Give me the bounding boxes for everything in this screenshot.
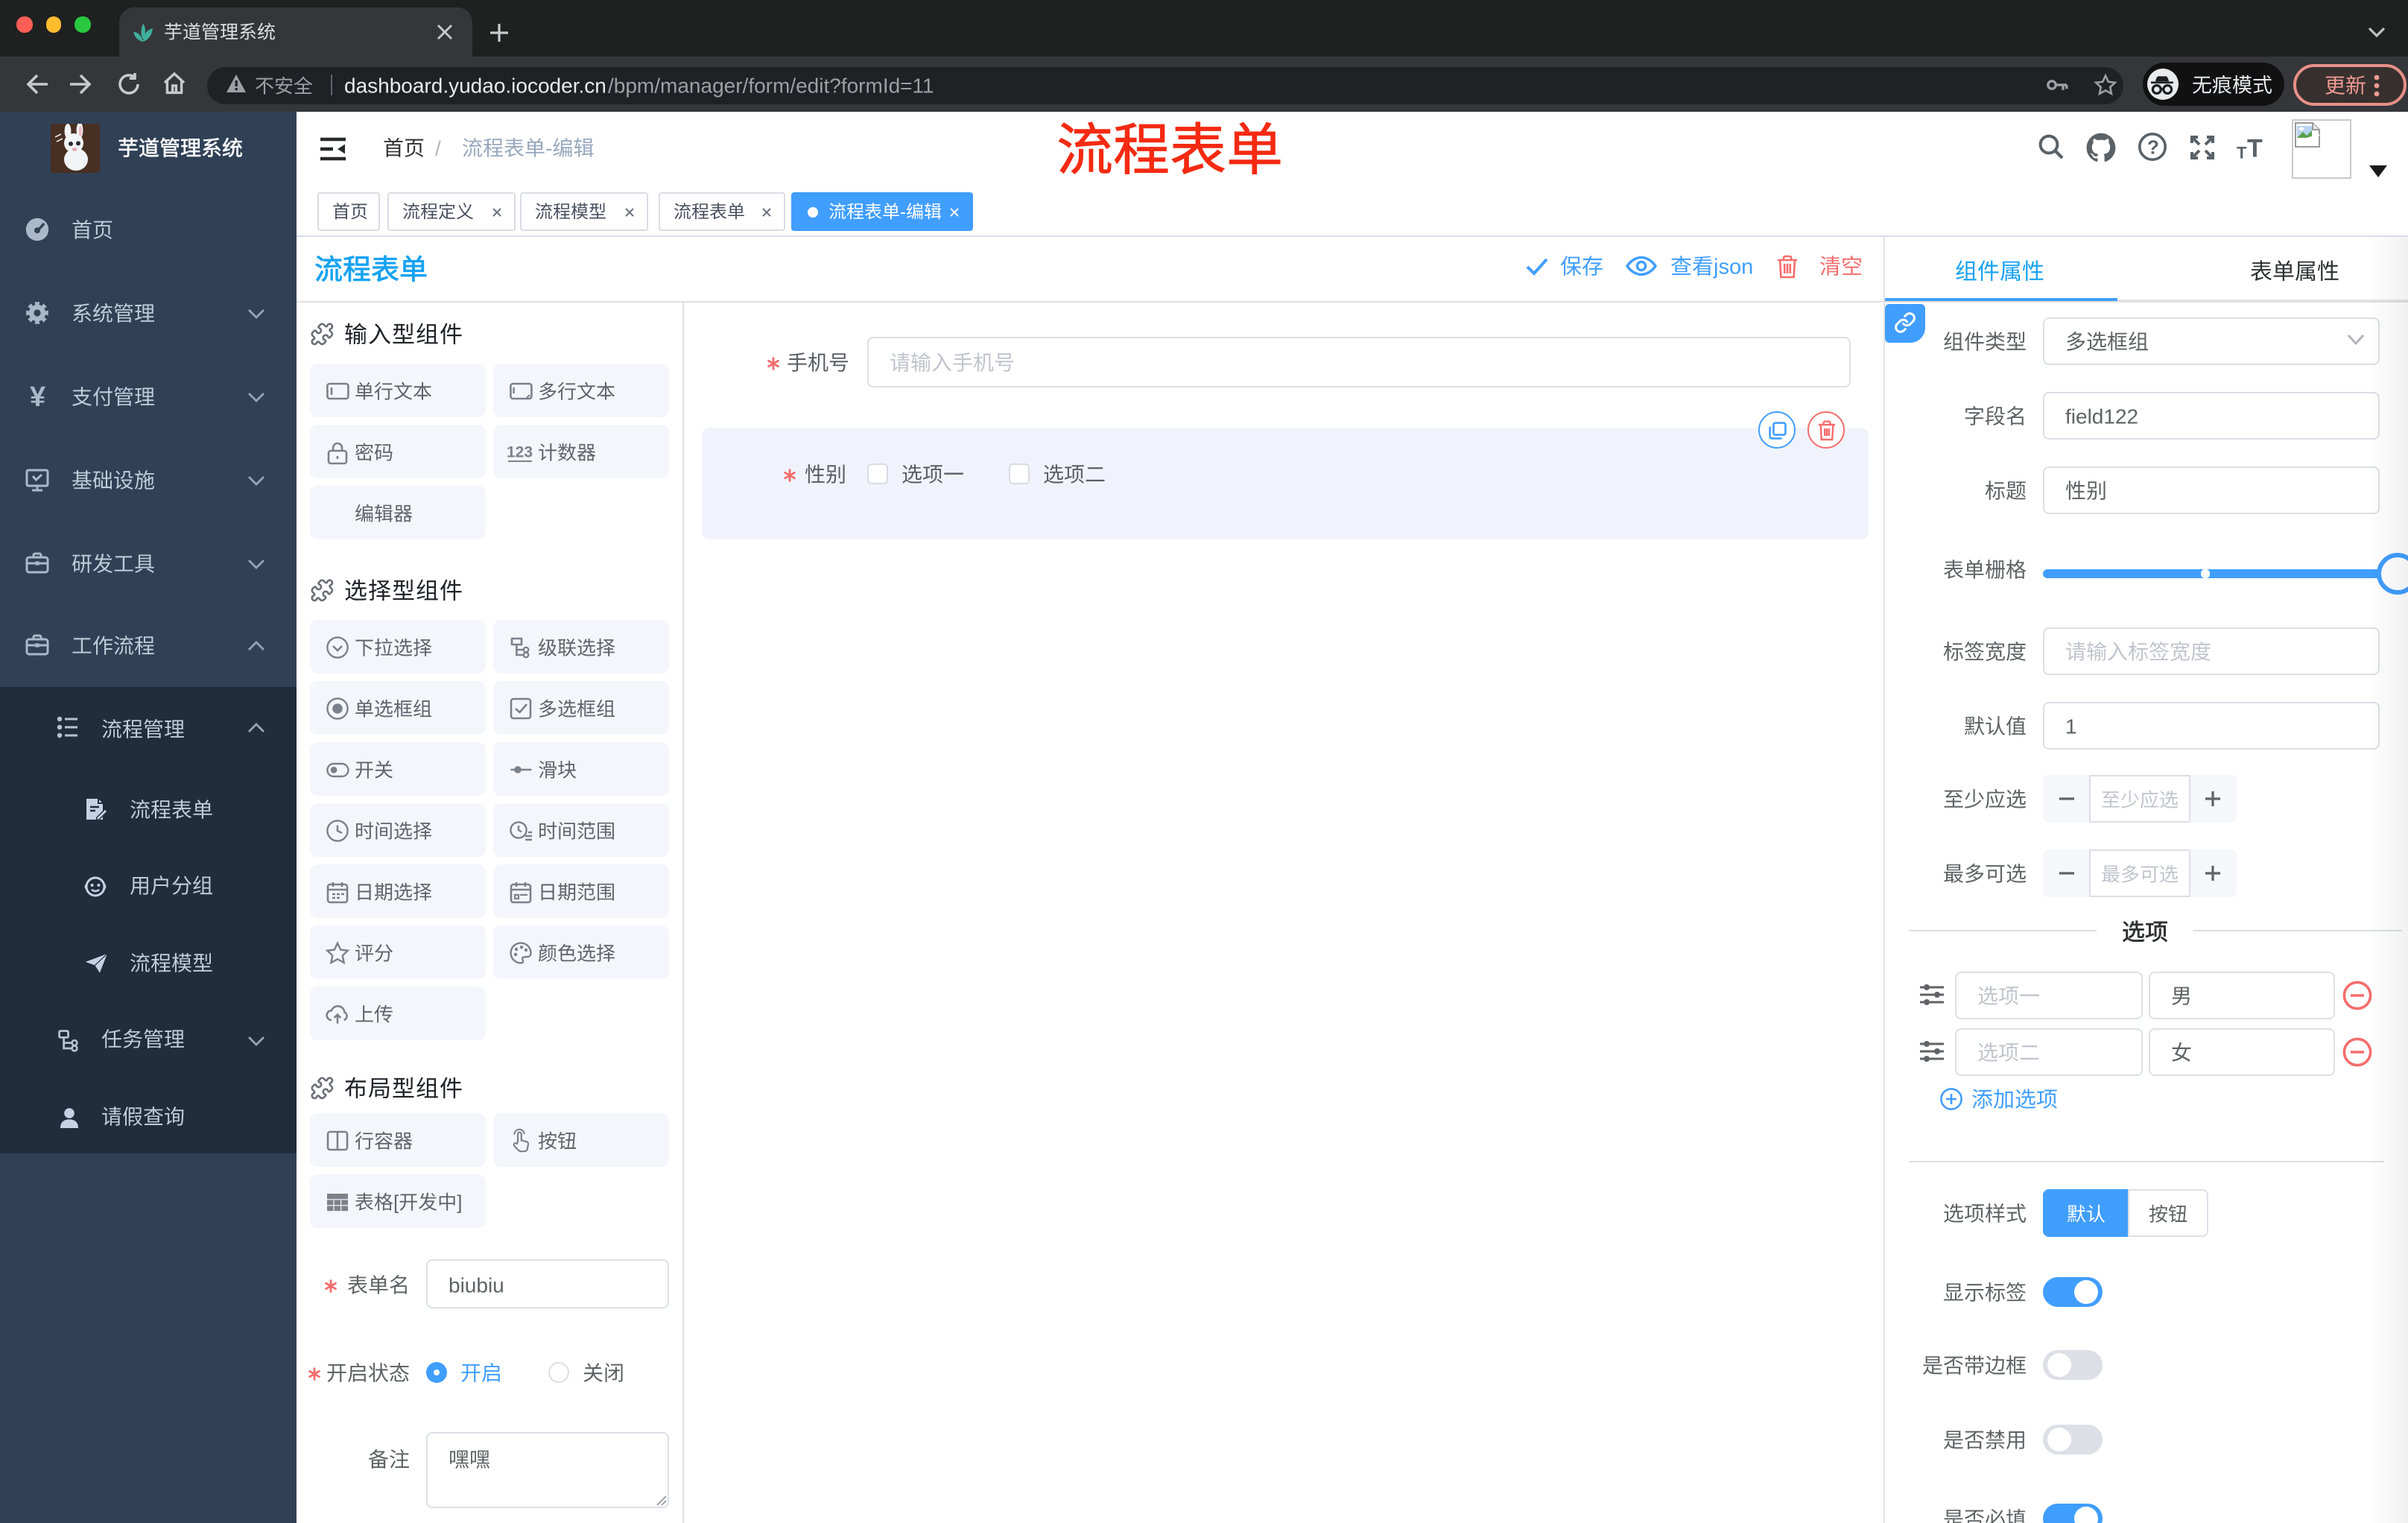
svg-text:T: T xyxy=(2247,135,2263,163)
svg-text:123: 123 xyxy=(507,443,533,460)
svg-text:[: [ xyxy=(393,1191,399,1214)
svg-text:T: T xyxy=(2237,143,2247,162)
svg-text:]: ] xyxy=(457,1191,462,1214)
svg-text:1: 1 xyxy=(2065,715,2077,738)
svg-text:field122: field122 xyxy=(2065,405,2138,428)
svg-text:-: - xyxy=(545,137,552,160)
svg-text:-: - xyxy=(900,203,906,223)
svg-text:?: ? xyxy=(2146,136,2158,159)
svg-text:¥: ¥ xyxy=(29,381,45,413)
svg-text:/: / xyxy=(434,137,440,160)
svg-text:/bpm/manager/form/edit?formId=: /bpm/manager/form/edit?formId=11 xyxy=(607,74,934,97)
svg-text:json: json xyxy=(1713,256,1753,279)
svg-text:biubiu: biubiu xyxy=(449,1274,504,1297)
svg-text:dashboard.yudao.iocoder.cn: dashboard.yudao.iocoder.cn xyxy=(344,74,606,97)
